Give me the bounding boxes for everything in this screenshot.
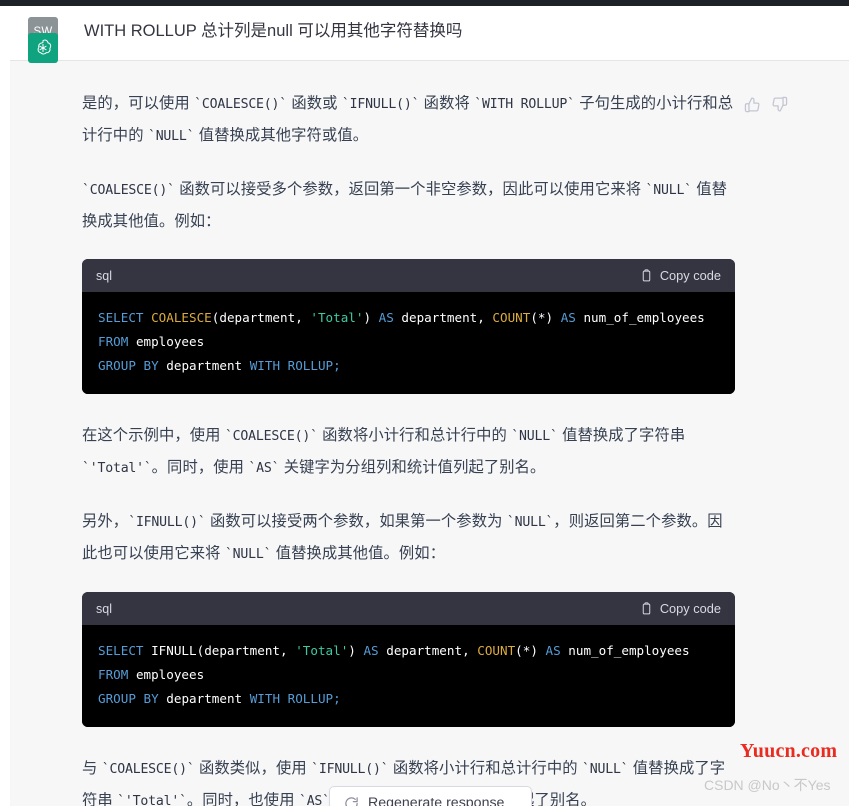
paragraph-4: 另外，`IFNULL()` 函数可以接受两个参数，如果第一个参数为 `NULL`…	[82, 506, 737, 570]
code-as-1: `AS`	[248, 461, 280, 476]
p5-seg-2: 函数类似，使用	[194, 760, 312, 777]
chatgpt-conversation-screen: SW WITH ROLLUP 总计列是null 可以用其他字符替换吗 是的，可以…	[0, 0, 849, 806]
p1-seg-5: 值替换成其他字符或值。	[194, 127, 369, 144]
code-ifnull-3: `IFNULL()`	[311, 762, 389, 777]
assistant-content: 是的，可以使用 `COALESCE()` 函数或 `IFNULL()` 函数将 …	[82, 88, 737, 806]
p3-seg-4: 。同时，使用	[151, 459, 249, 476]
code-block-2: sql Copy code SELECT IFNULL(department, …	[82, 592, 735, 727]
code-null-4: `NULL`	[506, 515, 554, 530]
clipboard-icon	[640, 601, 653, 616]
p5-seg-1: 与	[82, 760, 102, 777]
code-coalesce-3: `COALESCE()`	[224, 429, 318, 444]
message-feedback-controls[interactable]	[744, 96, 788, 113]
code-total-2: `'Total'`	[117, 794, 187, 806]
code-block-2-body[interactable]: SELECT IFNULL(department, 'Total') AS de…	[82, 625, 735, 727]
code-with-rollup-1: `WITH ROLLUP`	[474, 97, 575, 112]
paragraph-2: `COALESCE()` 函数可以接受多个参数，返回第一个非空参数，因此可以使用…	[82, 174, 737, 237]
p1-seg-3: 函数将	[419, 95, 475, 112]
code-block-1-header: sql Copy code	[82, 259, 735, 292]
code-language-label: sql	[96, 268, 112, 283]
regenerate-response-label: Regenerate response	[368, 795, 505, 806]
refresh-icon	[344, 796, 359, 806]
code-block-1: sql Copy code SELECT COALESCE(department…	[82, 259, 735, 394]
code-null-5: `NULL`	[224, 547, 272, 562]
p5-seg-3: 函数将小计行和总计行中的	[388, 760, 582, 777]
code-ifnull-2: `IFNULL()`	[128, 515, 206, 530]
paragraph-3: 在这个示例中，使用 `COALESCE()` 函数将小计行和总计行中的 `NUL…	[82, 420, 737, 484]
code-block-1-body[interactable]: SELECT COALESCE(department, 'Total') AS …	[82, 292, 735, 394]
paragraph-1: 是的，可以使用 `COALESCE()` 函数或 `IFNULL()` 函数将 …	[82, 88, 737, 152]
p1-seg-2: 函数或	[287, 95, 342, 112]
code-null-6: `NULL`	[581, 762, 629, 777]
p3-seg-1: 在这个示例中，使用	[82, 427, 225, 444]
copy-code-button[interactable]: Copy code	[640, 601, 721, 616]
code-null-1: `NULL`	[147, 129, 195, 144]
watermark-secondary: CSDN @No丶不Yes	[704, 777, 831, 793]
user-message-turn: SW WITH ROLLUP 总计列是null 可以用其他字符替换吗	[0, 6, 849, 60]
p4-seg-2: 函数可以接受两个参数，如果第一个参数为	[205, 513, 507, 530]
regenerate-response-button[interactable]: Regenerate response	[329, 786, 532, 806]
code-language-label: sql	[96, 601, 112, 616]
watermark-primary: Yuucn.com	[740, 740, 838, 762]
p1-seg-1: 是的，可以使用	[82, 95, 195, 112]
p4-seg-1: 另外，	[82, 513, 129, 530]
p5-seg-5: 。同时，也使用	[186, 792, 299, 806]
user-message-text: WITH ROLLUP 总计列是null 可以用其他字符替换吗	[84, 22, 463, 40]
p4-seg-4: 值替换成其他值。例如：	[271, 545, 446, 562]
code-null-2: `NULL`	[645, 183, 692, 198]
copy-code-button[interactable]: Copy code	[640, 268, 721, 283]
p3-seg-3: 值替换成了字符串	[557, 427, 686, 444]
code-ifnull-1: `IFNULL()`	[341, 97, 420, 112]
copy-code-label: Copy code	[659, 268, 721, 283]
code-as-2: `AS`	[298, 794, 330, 806]
thumbs-down-icon[interactable]	[771, 96, 788, 113]
code-total-1: `'Total'`	[82, 461, 152, 476]
code-coalesce-4: `COALESCE()`	[101, 762, 195, 777]
thumbs-up-icon[interactable]	[744, 96, 761, 113]
assistant-avatar	[28, 33, 58, 63]
copy-code-label: Copy code	[659, 601, 721, 616]
p3-seg-2: 函数将小计行和总计行中的	[317, 427, 512, 444]
code-block-2-header: sql Copy code	[82, 592, 735, 625]
code-coalesce-1: `COALESCE()`	[194, 97, 288, 112]
p3-seg-5: 关键字为分组列和统计值列起了别名。	[279, 459, 546, 476]
p2-seg-1: 函数可以接受多个参数，返回第一个非空参数，因此可以使用它来将	[174, 181, 646, 198]
openai-logo-icon	[33, 38, 53, 58]
clipboard-icon	[640, 268, 653, 283]
code-null-3: `NULL`	[511, 429, 558, 444]
code-coalesce-2: `COALESCE()`	[82, 183, 175, 198]
